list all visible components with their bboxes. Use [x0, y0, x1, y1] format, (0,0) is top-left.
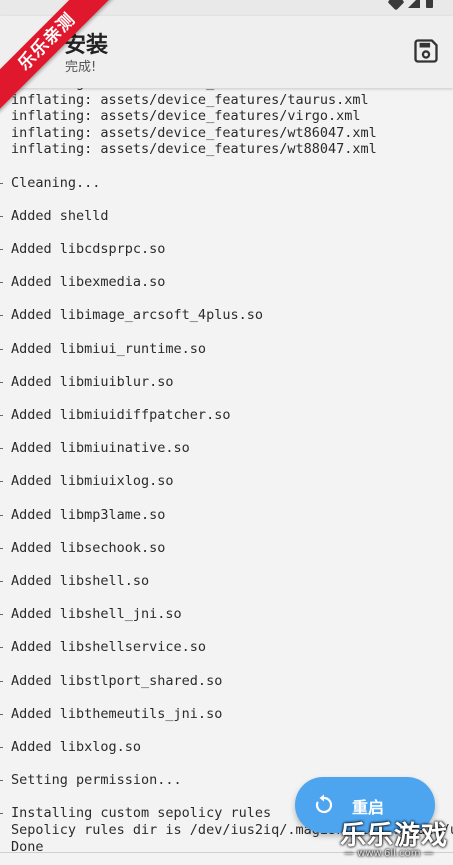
log-line: inflating: assets/device_features/wt8604…: [11, 124, 377, 141]
log-line: inflating: assets/device_features/wt8804…: [11, 141, 377, 158]
status-icons: [387, 0, 433, 11]
log-line: Added libstlport_shared.so: [0, 672, 223, 689]
log-line: Added libcdsprpc.so: [0, 241, 166, 257]
page-title: 安装: [64, 33, 109, 58]
log-line: Added libexmedia.so: [0, 274, 166, 291]
log-line: inflating: assets/device_features/virgo.…: [11, 108, 361, 125]
log-line: Added libthemeutils_jni.so: [0, 705, 223, 722]
log-line: Added libshellservice.so: [0, 639, 207, 656]
log-line: Added libmp3lame.so: [0, 506, 166, 523]
page-subtitle: 完成!: [65, 60, 97, 75]
restart-button[interactable]: 重启: [295, 777, 435, 833]
log-line: Added libmiuidiffpatcher.so: [0, 407, 231, 423]
wifi-icon: [387, 0, 405, 11]
app-bar: 安装 完成!: [0, 16, 453, 88]
bottom-divider: [0, 852, 453, 853]
restart-label: 重启: [352, 798, 385, 817]
status-bar: [0, 0, 453, 16]
log-line: Added libmiui_runtime.so: [0, 340, 207, 357]
log-line: Cleaning...: [0, 174, 101, 191]
log-line: Setting permission...: [0, 772, 182, 789]
battery-icon: [426, 0, 433, 8]
signal-icon: [408, 0, 420, 8]
log-line: Added shelld: [0, 207, 109, 224]
log-line: Added libmiuiblur.so: [0, 373, 174, 390]
save-button[interactable]: [412, 37, 440, 65]
install-log: inflating: assets/device_features/santon…: [0, 74, 453, 854]
log-line: inflating: assets/device_features/taurus…: [11, 91, 369, 108]
log-line: Added libxlog.so: [0, 739, 142, 755]
restart-icon: [315, 794, 333, 814]
log-line: Added libimage_arcsoft_4plus.so: [0, 307, 263, 324]
save-icon: [414, 39, 438, 63]
log-line: Added libmiuinative.so: [0, 440, 190, 457]
log-line: Added libshell.so: [0, 573, 150, 589]
log-line: Added libshell_jni.so: [0, 606, 182, 623]
log-line: Installing custom sepolicy rules: [0, 805, 272, 822]
log-line: Added libmiuixlog.so: [0, 473, 174, 490]
log-line: Added libsechook.so: [0, 539, 166, 556]
